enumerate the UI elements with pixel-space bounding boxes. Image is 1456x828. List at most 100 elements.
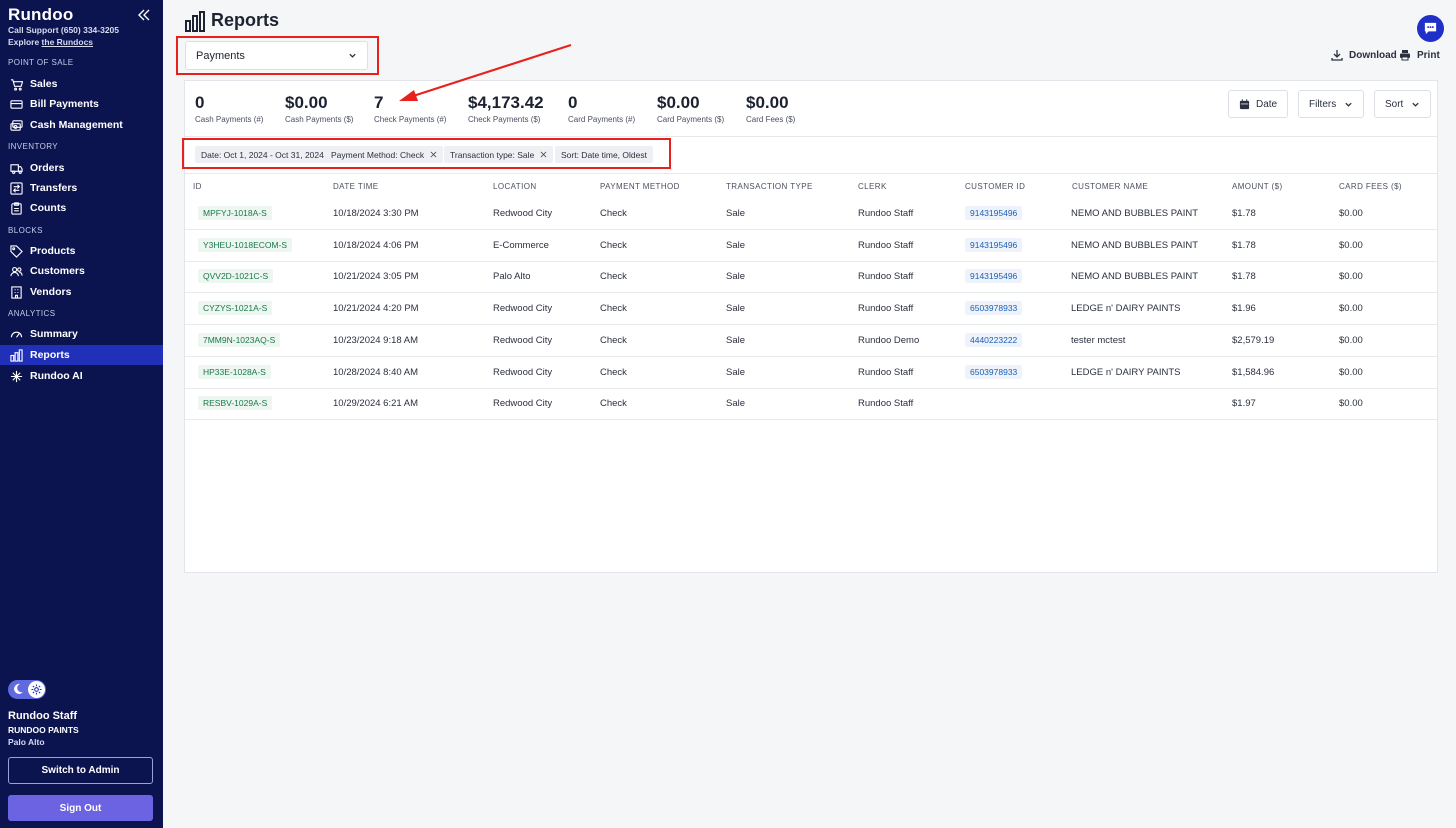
customer-id-link[interactable]: 4440223222 — [965, 332, 1023, 347]
sidebar-item-transfers[interactable]: Transfers — [0, 178, 163, 198]
table-row[interactable]: MPFYJ-1018A-S 10/18/2024 3:30 PM Redwood C… — [185, 199, 1437, 230]
table-row[interactable]: Y3HEU-1018ECOM-S 10/18/2024 4:06 PM E-Comm… — [185, 231, 1437, 262]
customer-id-link[interactable]: 9143195496 — [965, 237, 1023, 252]
sidebar-item-customers[interactable]: Customers — [0, 261, 163, 281]
support-phone: Call Support (650) 334-3205 — [8, 25, 120, 35]
amount-cell: $1.78 — [1232, 271, 1256, 283]
table-row[interactable]: QVV2D-1021C-S 10/21/2024 3:05 PM Palo Alto… — [185, 262, 1437, 294]
sidebar-item-bill-payments[interactable]: Bill Payments — [0, 94, 163, 114]
location-cell: E-Commerce — [493, 239, 549, 251]
column-header-customer-name[interactable]: CUSTOMER NAME — [1072, 182, 1148, 191]
filters-label: Filters — [1309, 98, 1337, 110]
explore-text: Explore — [8, 37, 42, 47]
stat-label: Card Fees ($) — [746, 115, 796, 124]
card-fees-cell: $0.00 — [1339, 271, 1363, 283]
bar-chart-icon — [185, 11, 205, 32]
column-header-clerk[interactable]: CLERK — [858, 182, 887, 191]
sidebar-item-label: Vendors — [30, 286, 72, 298]
card-fees-cell: $0.00 — [1339, 239, 1363, 251]
sidebar-item-label: Cash Management — [30, 119, 123, 131]
customer-id-link[interactable]: 6503978933 — [965, 301, 1023, 316]
transaction-id-link[interactable]: CYZYS-1021A-S — [198, 301, 273, 316]
sidebar-item-label: Transfers — [30, 182, 78, 194]
sidebar-item-counts[interactable]: Counts — [0, 198, 163, 218]
sidebar-item-label: Customers — [30, 265, 85, 277]
filters-button[interactable]: Filters — [1298, 90, 1365, 118]
date-time-cell: 10/18/2024 3:30 PM — [333, 208, 419, 219]
amount-cell: $2,579.19 — [1232, 334, 1275, 346]
cart-icon — [10, 78, 23, 91]
location-cell: Redwood City — [493, 208, 553, 219]
column-header-transaction-type[interactable]: TRANSACTION TYPE — [726, 182, 813, 191]
sidebar-item-rundoo-ai[interactable]: Rundoo AI — [0, 366, 163, 386]
chevron-down-icon — [1412, 102, 1419, 107]
card-fees-cell: $0.00 — [1339, 208, 1363, 219]
rundocs-link[interactable]: the Rundocs — [42, 37, 93, 47]
sidebar-item-products[interactable]: Products — [0, 241, 163, 261]
sidebar-item-vendors[interactable]: Vendors — [0, 282, 163, 302]
print-button[interactable]: Print — [1399, 49, 1440, 61]
column-header-amount[interactable]: AMOUNT ($) — [1232, 182, 1283, 191]
transaction-type-cell: Sale — [726, 303, 746, 315]
clerk-cell: Rundoo Staff — [858, 303, 914, 315]
clerk-cell: Rundoo Demo — [858, 334, 920, 346]
stat-value: $0.00 — [746, 93, 789, 112]
double-chevron-left-icon[interactable] — [137, 8, 151, 22]
amount-cell: $1.78 — [1232, 239, 1256, 251]
column-header-card-fees[interactable]: CARD FEES ($) — [1339, 182, 1402, 191]
clerk-cell: Rundoo Staff — [858, 398, 914, 410]
column-header-id[interactable]: ID — [193, 182, 202, 191]
date-time-cell: 10/28/2024 8:40 AM — [333, 366, 419, 378]
table-row[interactable]: HP33E-1028A-S 10/28/2024 8:40 AM Redwood C… — [185, 358, 1437, 389]
section-analytics: ANALYTICS — [8, 309, 56, 318]
amount-cell: $1.78 — [1232, 208, 1256, 219]
sidebar-item-cash-management[interactable]: Cash Management — [0, 115, 163, 135]
date-time-cell: 10/29/2024 6:21 AM — [333, 398, 419, 410]
sign-out-button[interactable]: Sign Out — [8, 795, 153, 821]
customer-id-link[interactable]: 6503978933 — [965, 364, 1023, 379]
stat-card-amount: $0.00 Card Payments ($) — [657, 93, 724, 124]
location-cell: Redwood City — [493, 366, 553, 378]
date-button[interactable]: Date — [1228, 90, 1289, 118]
column-header-customer-id[interactable]: CUSTOMER ID — [965, 182, 1025, 191]
sidebar-item-reports[interactable]: Reports — [0, 345, 163, 365]
sidebar-item-summary[interactable]: Summary — [0, 324, 163, 344]
stat-value: $4,173.42 — [468, 93, 544, 112]
customer-id-link[interactable]: 9143195496 — [965, 269, 1023, 284]
switch-to-admin-button[interactable]: Switch to Admin — [8, 757, 153, 784]
table-row[interactable]: 7MM9N-1023AQ-S 10/23/2024 9:18 AM Redwood … — [185, 326, 1437, 357]
transaction-id-link[interactable]: QVV2D-1021C-S — [198, 269, 274, 284]
stat-value: $0.00 — [285, 93, 328, 112]
transaction-id-link[interactable]: MPFYJ-1018A-S — [198, 206, 272, 220]
table-row[interactable]: CYZYS-1021A-S 10/21/2024 4:20 PM Redwood C… — [185, 294, 1437, 326]
column-header-date-time[interactable]: DATE TIME — [333, 182, 379, 191]
stat-check-amount: $4,173.42 Check Payments ($) — [468, 93, 544, 124]
payment-method-cell: Check — [600, 334, 627, 346]
sidebar-item-orders[interactable]: Orders — [0, 158, 163, 178]
stat-card-count: 0 Card Payments (#) — [568, 93, 635, 124]
column-header-location[interactable]: LOCATION — [493, 182, 537, 191]
sort-button[interactable]: Sort — [1374, 90, 1432, 118]
user-organization: RUNDOO PAINTS — [8, 725, 79, 735]
sidebar-item-sales[interactable]: Sales — [0, 74, 163, 94]
customer-id-link[interactable]: 9143195496 — [965, 206, 1023, 220]
printer-icon — [1400, 50, 1410, 61]
annotation-highlight-select — [176, 36, 379, 75]
customer-name-cell: LEDGE n' DAIRY PAINTS — [1071, 303, 1181, 315]
transaction-id-link[interactable]: Y3HEU-1018ECOM-S — [198, 237, 293, 252]
stat-cash-amount: $0.00 Cash Payments ($) — [285, 93, 353, 124]
people-icon — [10, 266, 23, 276]
download-button[interactable]: Download — [1331, 49, 1397, 61]
transaction-id-link[interactable]: 7MM9N-1023AQ-S — [198, 332, 281, 347]
theme-toggle[interactable] — [8, 680, 46, 699]
amount-cell: $1.97 — [1232, 398, 1256, 410]
chat-button[interactable] — [1417, 15, 1444, 42]
location-cell: Redwood City — [493, 334, 553, 346]
date-time-cell: 10/21/2024 4:20 PM — [333, 303, 419, 315]
theme-toggle-knob — [28, 681, 45, 698]
table-row[interactable]: RESBV-1029A-S 10/29/2024 6:21 AM Redwood C… — [185, 389, 1437, 421]
transaction-id-link[interactable]: HP33E-1028A-S — [198, 364, 271, 379]
transaction-id-link[interactable]: RESBV-1029A-S — [198, 396, 273, 411]
column-header-payment-method[interactable]: PAYMENT METHOD — [600, 182, 680, 191]
chat-icon — [1424, 22, 1437, 35]
